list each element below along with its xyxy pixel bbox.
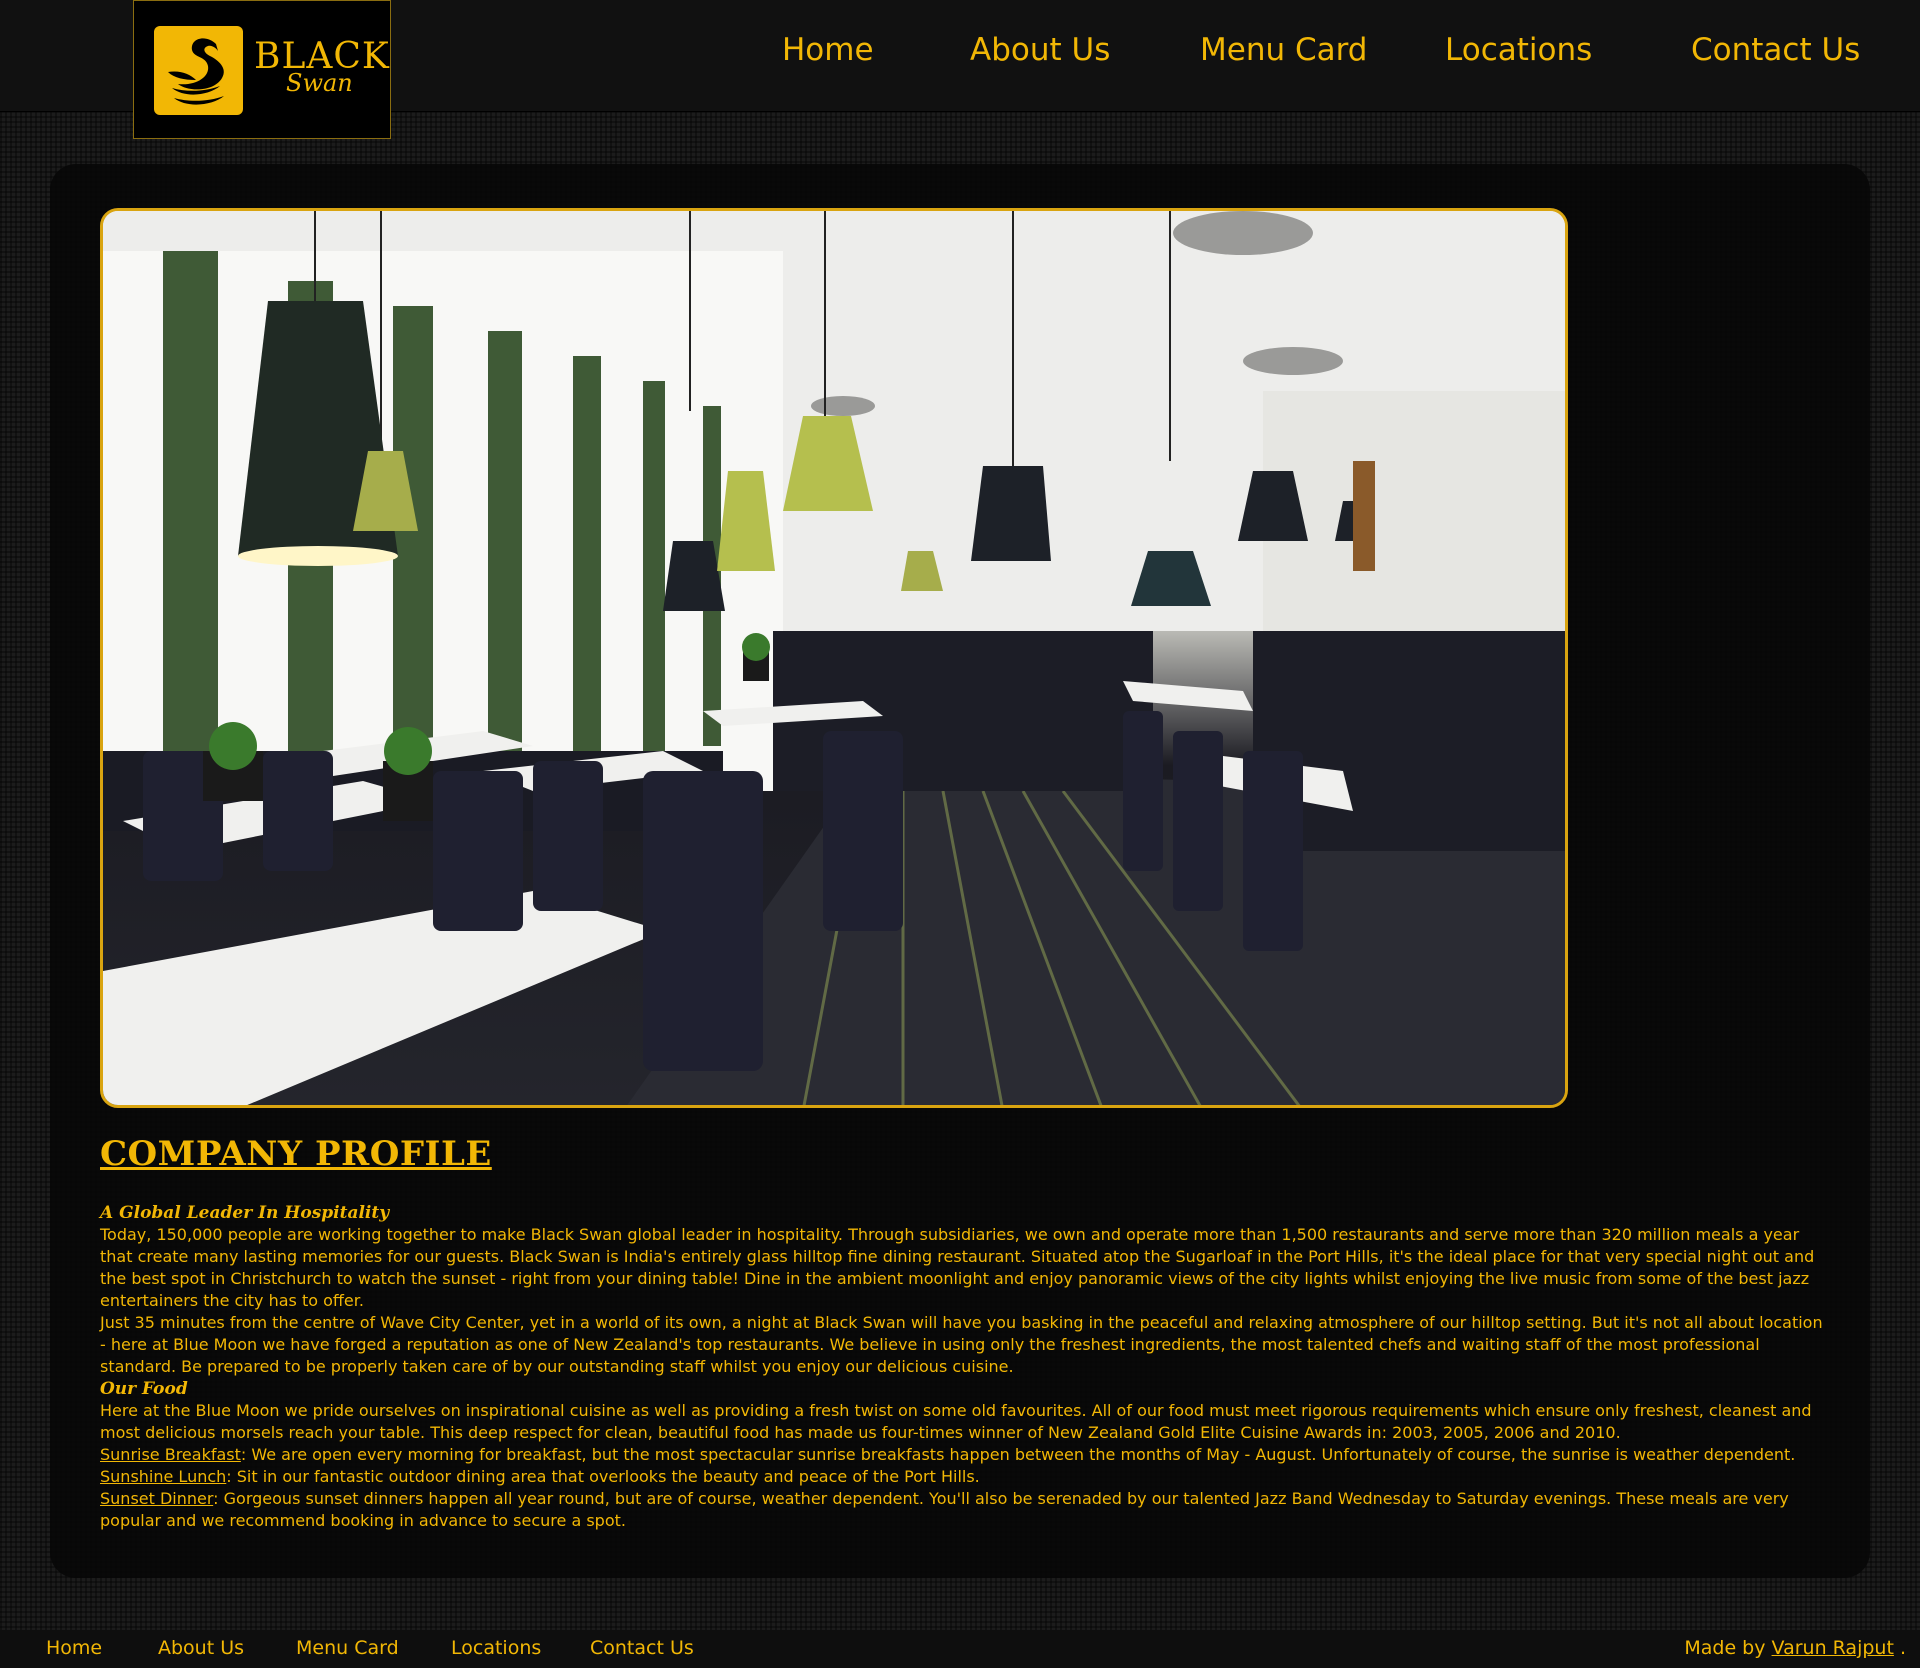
footer-nav-home[interactable]: Home <box>46 1637 102 1659</box>
header-bar: BLACK Swan Home About Us Menu Card Locat… <box>0 0 1920 139</box>
credit-prefix: Made by <box>1684 1637 1766 1659</box>
section-heading-our-food: Our Food <box>100 1379 188 1399</box>
nav-contact-us[interactable]: Contact Us <box>1691 32 1860 68</box>
footer-credit: Made by Varun Rajput . <box>1684 1637 1906 1659</box>
company-profile-body: A Global Leader In Hospitality Today, 15… <box>100 1202 1825 1532</box>
footer-nav-locations[interactable]: Locations <box>451 1637 541 1659</box>
meal-sunset-dinner: Sunset Dinner: Gorgeous sunset dinners h… <box>100 1488 1825 1532</box>
footer-nav-contact-us[interactable]: Contact Us <box>590 1637 694 1659</box>
sunshine-lunch-text: : Sit in our fantastic outdoor dining ar… <box>226 1467 980 1486</box>
sunrise-breakfast-text: : We are open every morning for breakfas… <box>240 1445 1796 1464</box>
brand-logo[interactable]: BLACK Swan <box>133 0 391 139</box>
nav-about-us[interactable]: About Us <box>970 32 1110 68</box>
sunset-dinner-text: : Gorgeous sunset dinners happen all yea… <box>100 1489 1789 1530</box>
swan-icon <box>154 26 243 115</box>
restaurant-dining-room-photo <box>100 208 1568 1108</box>
sunrise-breakfast-link[interactable]: Sunrise Breakfast <box>100 1445 241 1464</box>
section-heading-global-leader: A Global Leader In Hospitality <box>100 1203 390 1223</box>
profile-paragraph-2: Just 35 minutes from the centre of Wave … <box>100 1313 1823 1376</box>
credit-suffix: . <box>1893 1637 1906 1659</box>
profile-paragraph-1: Today, 150,000 people are working togeth… <box>100 1225 1815 1310</box>
nav-home[interactable]: Home <box>782 32 874 68</box>
logo-script: Swan <box>286 69 353 97</box>
sunshine-lunch-link[interactable]: Sunshine Lunch <box>100 1467 226 1486</box>
footer-nav-menu-card[interactable]: Menu Card <box>296 1637 399 1659</box>
profile-paragraph-3: Here at the Blue Moon we pride ourselves… <box>100 1401 1812 1442</box>
nav-locations[interactable]: Locations <box>1445 32 1592 68</box>
meal-sunshine-lunch: Sunshine Lunch: Sit in our fantastic out… <box>100 1466 1825 1488</box>
meal-sunrise-breakfast: Sunrise Breakfast: We are open every mor… <box>100 1444 1825 1466</box>
footer-bar: Home About Us Menu Card Locations Contac… <box>0 1630 1920 1668</box>
sunset-dinner-link[interactable]: Sunset Dinner <box>100 1489 213 1508</box>
credit-author-link[interactable]: Varun Rajput <box>1772 1637 1894 1659</box>
nav-menu-card[interactable]: Menu Card <box>1200 32 1368 68</box>
company-profile-title: COMPANY PROFILE <box>100 1134 492 1174</box>
footer-nav-about-us[interactable]: About Us <box>158 1637 244 1659</box>
